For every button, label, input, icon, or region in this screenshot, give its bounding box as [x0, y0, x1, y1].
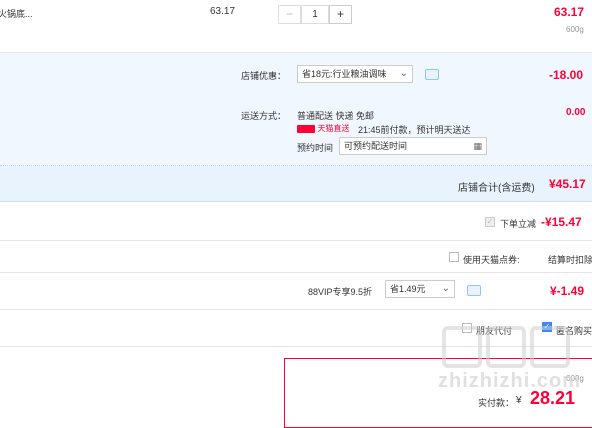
chat-icon[interactable]: [467, 285, 481, 296]
tmall-badge-text: 天猫直送: [317, 124, 350, 133]
tmall-logo-icon: [297, 124, 315, 133]
item-subtotal: 63.17: [554, 5, 585, 19]
quantity-input[interactable]: 1: [301, 5, 329, 24]
shop-total-amount: ¥45.17: [549, 177, 586, 191]
tmall-badge: 天猫直送: [297, 123, 350, 134]
shop-discount-value: 省18元:行业粮油调味: [302, 69, 387, 79]
shop-discount-select[interactable]: 省18元:行业粮油调味 ⌄: [297, 65, 413, 83]
instant-discount-checkbox[interactable]: ✓: [485, 217, 495, 227]
chevron-down-icon: ⌄: [399, 68, 408, 79]
shipping-label: 运送方式：: [241, 111, 287, 121]
watermark-logo: [442, 326, 570, 370]
watermark-logo-glyph: [486, 326, 526, 368]
calendar-icon: ▦: [473, 141, 482, 151]
item-weight: 600g: [566, 25, 584, 34]
vip-discount-select[interactable]: 省1.49元 ⌄: [385, 280, 455, 298]
appointment-label: 预约时间: [297, 143, 334, 153]
shipping-desc: 普通配送 快递 免邮: [297, 111, 375, 121]
watermark-site: zhizhizhi.com: [438, 370, 581, 392]
shop-options-panel: [0, 53, 592, 166]
vip-label: 88VIP专享9.5折: [308, 287, 373, 297]
shipping-amount: 0.00: [566, 107, 586, 118]
item-name[interactable]: 火锅底...: [0, 7, 33, 20]
paid-label: 实付款：: [478, 398, 515, 408]
instant-discount-amount: -¥15.47: [541, 215, 582, 229]
quantity-stepper: − 1 +: [278, 5, 352, 24]
watermark-logo-glyph: [530, 326, 570, 368]
vip-row: [0, 273, 592, 310]
discount-amount: -18.00: [549, 68, 584, 82]
shop-total-label: 店铺合计(含运费): [458, 183, 535, 194]
quantity-minus-button[interactable]: −: [278, 5, 301, 24]
item-unit-price: 63.17: [210, 6, 236, 17]
points-checkbox[interactable]: [449, 252, 459, 262]
delivery-note: 21:45前付款，预计明天送达: [358, 125, 471, 135]
vip-discount-value: 省1.49元: [390, 284, 426, 294]
instant-discount-label: 下单立减: [500, 219, 537, 229]
points-note: 结算时扣除: [548, 255, 592, 265]
watermark-logo-glyph: [442, 326, 482, 368]
discount-label: 店铺优惠：: [241, 71, 287, 81]
chevron-down-icon: ⌄: [441, 283, 450, 294]
appointment-time-select[interactable]: 可预约配送时间 ▦: [339, 137, 487, 155]
chat-icon[interactable]: [425, 69, 439, 80]
paid-currency: ¥: [516, 395, 522, 406]
appointment-placeholder: 可预约配送时间: [344, 141, 408, 151]
vip-amount: ¥-1.49: [550, 284, 585, 298]
points-label: 使用天猫点券:: [463, 255, 520, 265]
quantity-plus-button[interactable]: +: [329, 5, 352, 24]
